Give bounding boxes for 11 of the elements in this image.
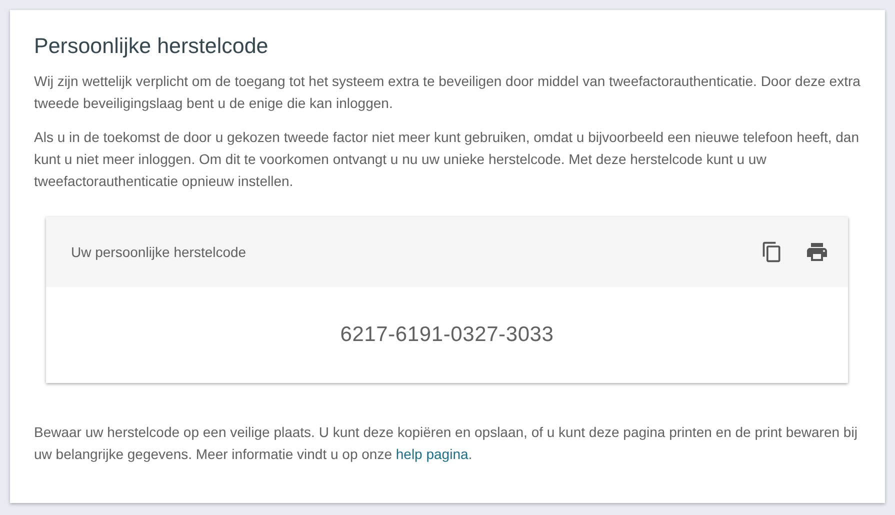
copy-button[interactable] (761, 240, 783, 264)
printer-icon (805, 240, 829, 264)
paragraph: Bewaar uw herstelcode op een veilige plaats. U kunt deze kopiëren en opslaan, of u kunt deze pagina printen en de print bewaren bij uw belangrijke gegevens. Meer informatie vindt u op onze help pagina. (34, 423, 858, 464)
paragraph: Als u in de toekomst de door u gekozen tweede factor niet meer kunt gebruiken, omdat u bijvoorbeeld een nieuwe telefoon heeft, dan kunt u niet meer inloggen. Om dit te voorkomen ontvangt u nu uw unieke herstelcode. Met deze herstelcode kunt u uw tweefactorauthenticatie opnieuw instellen. (34, 128, 860, 191)
page-title: Persoonlijke herstelcode (34, 33, 270, 60)
paragraph: Wij zijn wettelijk verplicht om de toegang tot het systeem extra te beveiligen door middel van tweefactorauthenticatie. Door deze extra tweede beveiligingslaag bent u de enige die kan inloggen. (34, 72, 861, 113)
help-link[interactable]: help pagina (396, 446, 468, 462)
copy-icon (761, 240, 783, 264)
print-button[interactable] (805, 240, 829, 264)
panel-label: Uw persoonlijke herstelcode (71, 244, 248, 260)
recovery-code: 6217-6191-0327-3033 (340, 323, 554, 347)
